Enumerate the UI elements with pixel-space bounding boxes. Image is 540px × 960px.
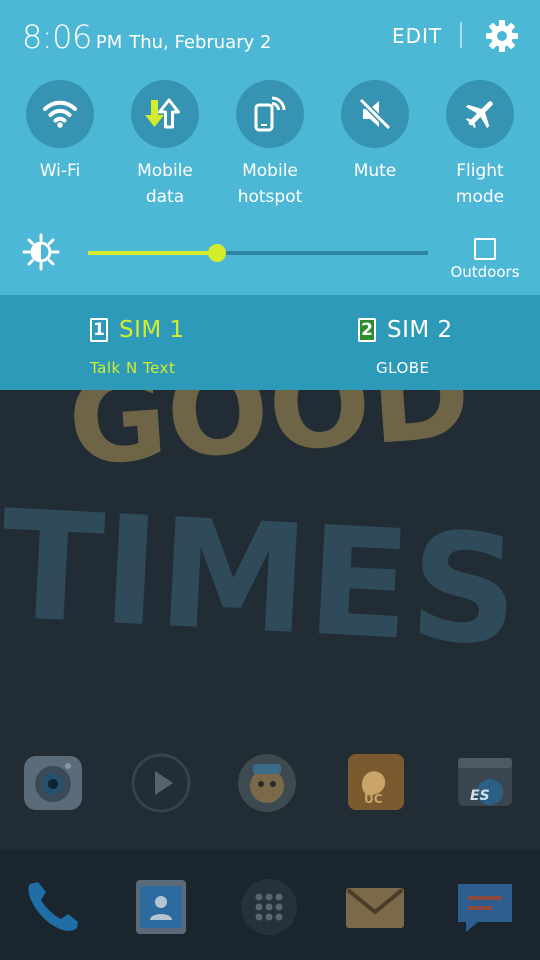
sim-1-button[interactable]: 1 SIM 1 bbox=[90, 317, 185, 343]
sim-1-number-icon: 1 bbox=[90, 318, 108, 342]
sim-2-carrier: GLOBE bbox=[376, 359, 430, 377]
hotspot-icon bbox=[254, 96, 286, 132]
game-app-icon[interactable] bbox=[236, 752, 298, 814]
clock-time: 8:06 bbox=[22, 18, 92, 56]
toggle-label: Wi-Fi bbox=[39, 161, 81, 181]
toggle-label: Flight mode bbox=[455, 161, 505, 207]
sim-2-button[interactable]: 2 SIM 2 bbox=[358, 317, 453, 343]
toggle-mobile-data[interactable]: Mobile data bbox=[113, 80, 217, 210]
clock: 8:06 PM Thu, February 2 bbox=[22, 18, 271, 56]
sim-1-carrier: Talk N Text bbox=[90, 359, 176, 377]
header-divider bbox=[460, 22, 462, 48]
toggle-mute[interactable]: Mute bbox=[323, 80, 427, 184]
toggle-wifi-circle bbox=[26, 80, 94, 148]
edit-button[interactable]: EDIT bbox=[392, 24, 442, 48]
wifi-icon bbox=[43, 100, 77, 128]
es-file-explorer-app-icon[interactable]: ES bbox=[454, 752, 516, 814]
gear-icon[interactable] bbox=[484, 18, 520, 54]
sim-2-number-icon: 2 bbox=[358, 318, 376, 342]
quick-settings-panel: 8:06 PM Thu, February 2 EDIT Wi-Fi Mobil… bbox=[0, 0, 540, 295]
toggle-mute-circle bbox=[341, 80, 409, 148]
toggle-mobile-hotspot-circle bbox=[236, 80, 304, 148]
brightness-icon bbox=[22, 233, 60, 271]
video-player-app-icon[interactable] bbox=[130, 752, 192, 814]
toggle-label: Mute bbox=[353, 161, 397, 181]
outdoors-label: Outdoors bbox=[450, 263, 520, 281]
wallpaper-text-times: TIMES bbox=[0, 479, 523, 680]
sim-2-name: SIM 2 bbox=[387, 317, 453, 343]
brightness-slider[interactable] bbox=[88, 244, 428, 262]
toggle-flight-mode-circle bbox=[446, 80, 514, 148]
sim-selector-bar: 1 SIM 1 Talk N Text 2 SIM 2 GLOBE bbox=[0, 295, 540, 390]
data-arrows-icon bbox=[145, 98, 180, 129]
contacts-app-icon[interactable] bbox=[130, 876, 192, 938]
phone-app-icon[interactable] bbox=[22, 876, 84, 938]
brightness-fill bbox=[88, 251, 217, 255]
toggle-label: Mobile data bbox=[137, 161, 193, 207]
toggle-label: Mobile hotspot bbox=[237, 161, 303, 207]
toggle-wifi[interactable]: Wi-Fi bbox=[8, 80, 112, 184]
clock-date: Thu, February 2 bbox=[129, 32, 272, 53]
sim-1-name: SIM 1 bbox=[119, 317, 185, 343]
airplane-icon bbox=[465, 101, 493, 129]
svg-text:ES: ES bbox=[470, 788, 490, 804]
outdoors-checkbox[interactable] bbox=[474, 238, 496, 260]
toggle-mobile-hotspot[interactable]: Mobile hotspot bbox=[218, 80, 322, 210]
svg-text:UC: UC bbox=[364, 792, 383, 806]
uc-browser-app-icon[interactable]: UC bbox=[344, 752, 406, 814]
messages-app-icon[interactable] bbox=[454, 876, 516, 938]
brightness-knob[interactable] bbox=[208, 244, 226, 262]
camera-app-icon[interactable] bbox=[22, 752, 84, 814]
app-drawer-icon[interactable] bbox=[238, 876, 300, 938]
email-app-icon[interactable] bbox=[344, 876, 406, 938]
clock-ampm: PM bbox=[95, 32, 123, 53]
toggle-flight-mode[interactable]: Flight mode bbox=[428, 80, 532, 210]
mute-icon bbox=[358, 97, 392, 131]
toggle-mobile-data-circle bbox=[131, 80, 199, 148]
